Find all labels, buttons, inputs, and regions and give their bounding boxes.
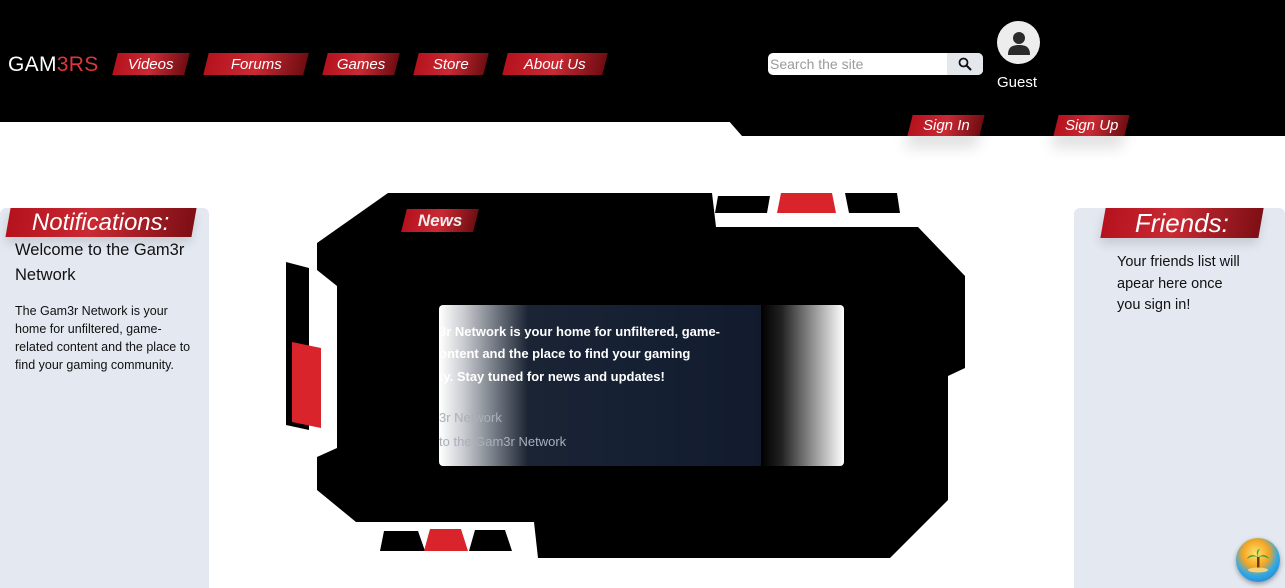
nav-videos[interactable]: Videos xyxy=(112,53,190,75)
news-card-fade xyxy=(761,305,844,466)
sign-in-button[interactable]: Sign In xyxy=(907,115,985,136)
nav-forums-label: Forums xyxy=(230,55,282,73)
nav-forums[interactable]: Forums xyxy=(203,53,309,75)
notifications-title: Notifications: xyxy=(5,208,197,237)
nav-about-us[interactable]: About Us xyxy=(502,53,608,75)
nav-about-us-label: About Us xyxy=(524,55,586,73)
news-card[interactable]: 3r Network is your home for unfiltered, … xyxy=(439,305,844,466)
notifications-heading: Welcome to the Gam3r Network xyxy=(15,241,185,284)
logo-highlight: 3RS xyxy=(56,53,99,76)
search-icon xyxy=(958,57,972,71)
floating-widget-button[interactable] xyxy=(1236,538,1280,582)
friends-title: Friends: xyxy=(1100,207,1264,238)
news-line: ontent and the place to find your gaming xyxy=(439,346,691,361)
bottom-tab-red xyxy=(424,529,468,551)
user-icon xyxy=(1007,31,1030,55)
search-button[interactable] xyxy=(947,53,983,75)
friends-title-text: Friends: xyxy=(1135,207,1229,238)
header-tail xyxy=(728,120,1285,136)
nav-games-label: Games xyxy=(336,55,386,73)
friends-text: Your friends list will apear here once y… xyxy=(1117,254,1240,313)
search-box xyxy=(768,53,983,75)
nav-videos-label: Videos xyxy=(128,55,174,73)
bottom-tab-left xyxy=(380,531,425,551)
news-title-text: News xyxy=(417,210,463,230)
news-line: ty. Stay tuned for news and updates! xyxy=(439,369,665,384)
news-subline: 3r Network xyxy=(439,410,502,425)
site-logo[interactable]: GAM3RS xyxy=(8,53,99,77)
sign-up-label: Sign Up xyxy=(1064,117,1119,134)
notifications-body: The Gam3r Network is your home for unfil… xyxy=(15,304,191,372)
news-subline: to the Gam3r Network xyxy=(439,434,567,449)
top-tab-left xyxy=(715,196,770,213)
notifications-title-text: Notifications: xyxy=(32,208,170,236)
news-title: News xyxy=(401,209,479,232)
nav-store[interactable]: Store xyxy=(413,53,489,75)
top-tab-red xyxy=(777,193,836,213)
avatar[interactable] xyxy=(997,21,1040,64)
palm-tree-icon xyxy=(1247,549,1269,573)
top-tab-right xyxy=(845,193,900,213)
sign-in-label: Sign In xyxy=(922,117,970,134)
bottom-tab-right xyxy=(469,530,512,551)
news-line: 3r Network is your home for unfiltered, … xyxy=(439,324,720,339)
logo-main: GAM xyxy=(8,53,57,76)
sign-up-button[interactable]: Sign Up xyxy=(1053,115,1130,136)
site-header xyxy=(0,0,1285,122)
nav-store-label: Store xyxy=(433,55,469,73)
search-input[interactable] xyxy=(768,53,946,75)
side-bar-red xyxy=(292,342,321,428)
user-name: Guest xyxy=(997,74,1038,91)
nav-games[interactable]: Games xyxy=(322,53,400,75)
